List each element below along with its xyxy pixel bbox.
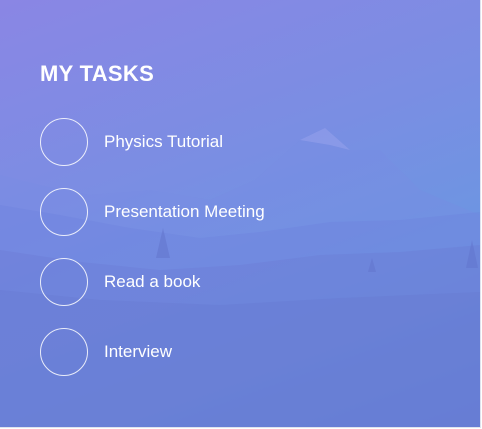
task-label: Read a book	[104, 272, 201, 291]
page-title: MY TASKS	[40, 61, 155, 86]
task-label: Interview	[104, 342, 173, 361]
task-label: Presentation Meeting	[104, 202, 265, 221]
task-card: MY TASKS Physics Tutorial Presentation M…	[0, 0, 481, 428]
task-list: Physics Tutorial Presentation Meeting Re…	[40, 117, 265, 397]
task-checkbox[interactable]	[40, 258, 88, 306]
task-item[interactable]: Interview	[40, 327, 265, 377]
task-item[interactable]: Physics Tutorial	[40, 117, 265, 167]
task-checkbox[interactable]	[40, 118, 88, 166]
task-item[interactable]: Presentation Meeting	[40, 187, 265, 237]
task-checkbox[interactable]	[40, 328, 88, 376]
task-label: Physics Tutorial	[104, 132, 224, 151]
task-item[interactable]: Read a book	[40, 257, 265, 307]
task-checkbox[interactable]	[40, 188, 88, 236]
